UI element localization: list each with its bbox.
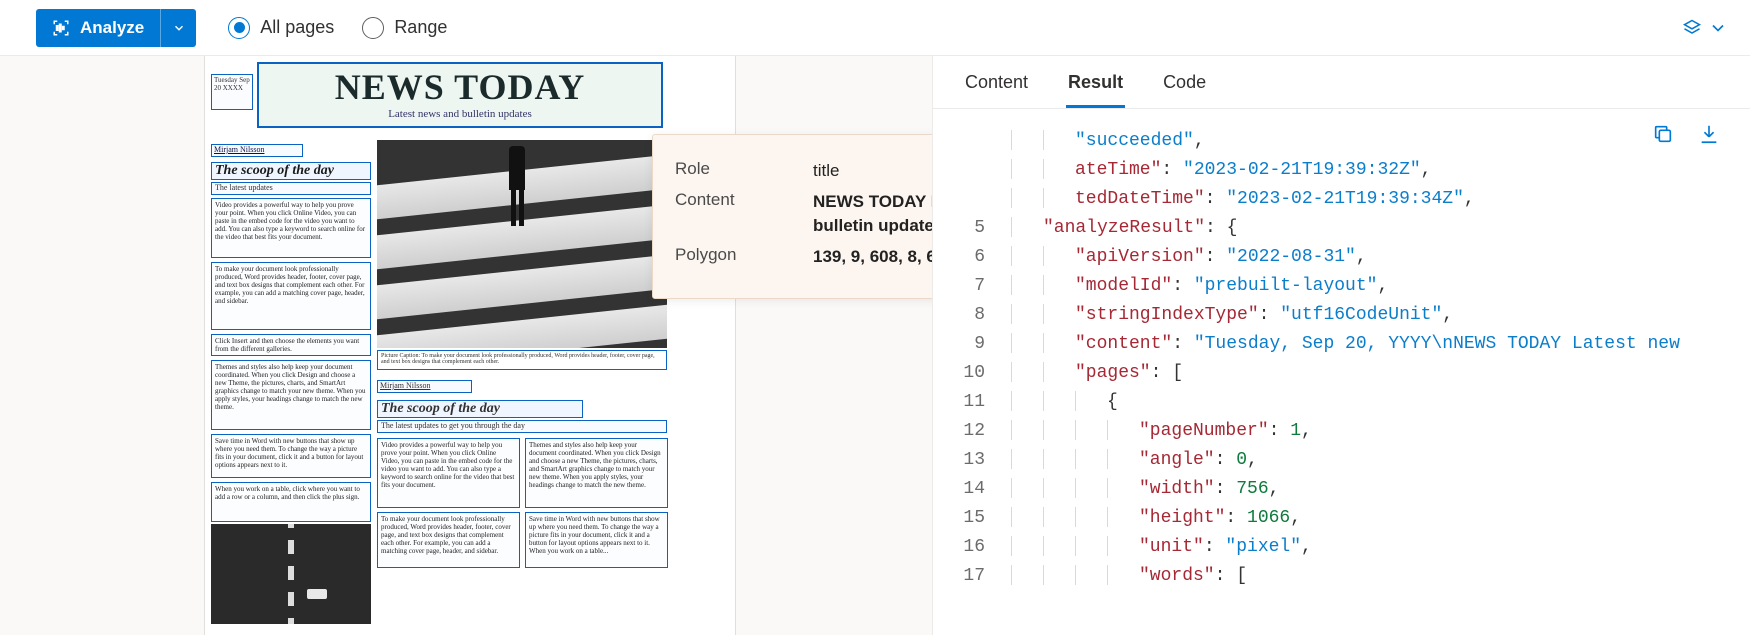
tooltip-role-label: Role [675,159,813,184]
region-paragraph[interactable]: Video provides a powerful way to help yo… [377,438,520,508]
tab-result[interactable]: Result [1066,66,1125,108]
region-heading-2[interactable]: The scoop of the day [377,400,583,418]
line-number: 10 [933,359,1011,388]
download-icon[interactable] [1698,123,1720,145]
layers-icon [1682,18,1702,38]
layers-dropdown-button[interactable] [1672,12,1738,44]
region-paragraph[interactable]: Click Insert and then choose the element… [211,334,371,356]
line-number [933,156,1011,185]
tooltip-polygon-label: Polygon [675,245,813,270]
line-number: 8 [933,301,1011,330]
code-line: tedDateTime": "2023-02-21T19:39:34Z", [933,185,1750,214]
code-line: 12"pageNumber": 1, [933,417,1750,446]
copy-icon[interactable] [1652,123,1674,145]
tab-code[interactable]: Code [1161,66,1208,108]
document-image-crosswalk [377,140,667,348]
code-line: 11{ [933,388,1750,417]
region-tooltip: Role title Content NEWS TODAY Latest new… [652,134,933,299]
line-number: 6 [933,243,1011,272]
radio-range[interactable]: Range [362,17,447,39]
radio-all-pages[interactable]: All pages [228,17,334,39]
document-preview-pane[interactable]: Tuesday Sep 20 XXXX NEWS TODAY Latest ne… [0,56,933,635]
result-pane: Content Result Code "succeeded",ateTime"… [933,56,1750,635]
region-paragraph[interactable]: Themes and styles also help keep your do… [211,360,371,430]
line-number: 14 [933,475,1011,504]
code-line: 10"pages": [ [933,359,1750,388]
document-image-road [211,524,371,624]
chevron-down-icon [1708,18,1728,38]
region-subheading-2[interactable]: The latest updates to get you through th… [377,420,667,433]
region-paragraph[interactable]: To make your document look professionall… [211,262,371,330]
region-author-1[interactable]: Mirjam Nilsson [211,144,303,157]
code-line: 16"unit": "pixel", [933,533,1750,562]
code-line: ateTime": "2023-02-21T19:39:32Z", [933,156,1750,185]
analyze-label: Analyze [80,18,144,38]
tooltip-role-value: title [813,159,933,184]
code-line: 8"stringIndexType": "utf16CodeUnit", [933,301,1750,330]
radio-all-pages-label: All pages [260,17,334,38]
region-subheading-1[interactable]: The latest updates [211,182,371,195]
line-number [933,127,1011,156]
code-line: 9"content": "Tuesday, Sep 20, YYYY\nNEWS… [933,330,1750,359]
analyze-dropdown-button[interactable] [160,9,196,47]
region-paragraph[interactable]: When you work on a table, click where yo… [211,482,371,522]
region-heading-1[interactable]: The scoop of the day [211,162,371,180]
code-line: 14"width": 756, [933,475,1750,504]
radio-range-label: Range [394,17,447,38]
analyze-icon [52,19,70,37]
title-main: NEWS TODAY [259,64,661,108]
line-number [933,185,1011,214]
radio-indicator-icon [362,17,384,39]
tooltip-content-label: Content [675,190,813,239]
line-number: 17 [933,562,1011,591]
tab-content[interactable]: Content [963,66,1030,108]
code-line: 5"analyzeResult": { [933,214,1750,243]
toolbar: Analyze All pages Range [0,0,1750,56]
code-line: 15"height": 1066, [933,504,1750,533]
code-line: 13"angle": 0, [933,446,1750,475]
region-paragraph[interactable]: Save time in Word with new buttons that … [525,512,668,568]
line-number: 5 [933,214,1011,243]
region-paragraph[interactable]: Video provides a powerful way to help yo… [211,198,371,258]
code-line: 7"modelId": "prebuilt-layout", [933,272,1750,301]
line-number: 12 [933,417,1011,446]
region-paragraph[interactable]: Save time in Word with new buttons that … [211,434,371,478]
title-sub: Latest news and bulletin updates [259,108,661,120]
chevron-down-icon [172,21,186,35]
region-paragraph[interactable]: To make your document look professionall… [377,512,520,568]
line-number: 9 [933,330,1011,359]
page-range-radio-group: All pages Range [228,17,447,39]
line-number: 7 [933,272,1011,301]
code-line: 6"apiVersion": "2022-08-31", [933,243,1750,272]
analyze-button[interactable]: Analyze [36,9,160,47]
line-number: 16 [933,533,1011,562]
code-line: 17"words": [ [933,562,1750,591]
region-title[interactable]: NEWS TODAY Latest news and bulletin upda… [257,62,663,128]
json-code-viewer[interactable]: "succeeded",ateTime": "2023-02-21T19:39:… [933,109,1750,591]
radio-indicator-icon [228,17,250,39]
line-number: 15 [933,504,1011,533]
line-number: 13 [933,446,1011,475]
tooltip-content-value: NEWS TODAY Latest news and bulletin upda… [813,190,933,239]
code-line: "succeeded", [933,127,1750,156]
region-paragraph[interactable]: Themes and styles also help keep your do… [525,438,668,508]
region-author-2[interactable]: Mirjam Nilsson [377,380,472,393]
region-caption[interactable]: Picture Caption: To make your document l… [377,350,667,370]
result-tabs: Content Result Code [933,56,1750,109]
line-number: 11 [933,388,1011,417]
tooltip-polygon-value: 139, 9, 608, 8, 608, 89, 139, 90 [813,245,933,270]
region-date[interactable]: Tuesday Sep 20 XXXX [211,74,253,110]
